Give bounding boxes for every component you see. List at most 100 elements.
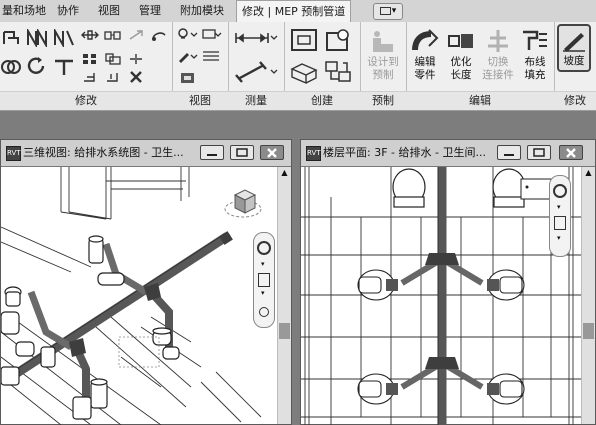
nav-dropdown-icon[interactable]: ▾ xyxy=(261,260,265,268)
revit-view-icon: RVT xyxy=(6,146,21,161)
navigation-bar: ▾ ▾ xyxy=(549,175,571,257)
measure-distance-icon[interactable] xyxy=(234,28,278,48)
tab-modify-mep-fabrication[interactable]: 修改 | MEP 预制管道 xyxy=(236,0,352,22)
optimize-length-button[interactable]: 优化 长度 xyxy=(444,28,478,82)
revit-view-icon: RVT xyxy=(306,146,321,161)
delete-icon[interactable] xyxy=(127,70,145,84)
split-icon[interactable] xyxy=(127,52,145,66)
create-assembly-icon[interactable] xyxy=(288,26,320,54)
panel-label-modify: 修改 xyxy=(0,91,172,110)
view-window-floor-plan[interactable]: RVT 楼层平面: 3F - 给排水 - 卫生间... ▾ ▾ ▲ xyxy=(300,139,596,425)
minimize-button[interactable] xyxy=(497,145,521,160)
panel-label-fabrication: 预制 xyxy=(360,91,406,110)
panel-label-view: 视图 xyxy=(172,91,228,110)
zoom-icon[interactable] xyxy=(554,216,566,230)
light-bulb-icon[interactable] xyxy=(176,26,200,42)
rotate-group-icon[interactable] xyxy=(0,54,22,78)
view-dropdown[interactable]: ▾ xyxy=(373,3,403,20)
tab-manage[interactable]: 管理 xyxy=(139,0,161,22)
view-window-3d[interactable]: RVT 三维视图: 给排水系统图 - 卫生... ▾ ▾ ▲ xyxy=(0,139,292,425)
nav-dropdown-icon[interactable]: ▾ xyxy=(557,203,561,211)
minimize-icon xyxy=(207,153,217,156)
scale-icon[interactable] xyxy=(103,52,123,66)
vertical-scrollbar[interactable]: ▲ xyxy=(277,167,291,424)
mirror-pick-axis-icon[interactable] xyxy=(53,28,75,48)
zoom-dropdown-icon[interactable]: ▾ xyxy=(261,289,265,297)
hide-element-icon[interactable] xyxy=(200,26,224,42)
minimize-button[interactable] xyxy=(200,145,224,160)
nav-bar-options-icon[interactable] xyxy=(259,307,269,317)
route-fill-icon xyxy=(521,28,549,54)
offset-icon[interactable] xyxy=(26,28,48,48)
copy-icon[interactable] xyxy=(103,28,123,42)
view-3d-canvas[interactable]: ▾ ▾ xyxy=(1,167,278,425)
view-window-3d-titlebar[interactable]: RVT 三维视图: 给排水系统图 - 卫生... xyxy=(1,140,291,167)
rotate-icon[interactable] xyxy=(26,54,48,78)
view-cube[interactable] xyxy=(223,185,263,221)
route-fill-button[interactable]: 布线 填充 xyxy=(518,28,552,82)
switch-connector-button[interactable]: 切换 连接件 xyxy=(480,28,516,82)
view-window-3d-title: 三维视图: 给排水系统图 - 卫生... xyxy=(23,146,184,159)
switch-connector-label: 切换 连接件 xyxy=(482,56,514,81)
split-with-gap-icon[interactable] xyxy=(80,70,100,84)
trim-extend-icon[interactable] xyxy=(53,54,75,78)
vertical-scrollbar[interactable]: ▲ xyxy=(581,167,595,424)
pin-icon[interactable] xyxy=(103,70,123,84)
design-to-fabrication-button[interactable]: 设计到 预制 xyxy=(362,28,404,82)
zoom-icon[interactable] xyxy=(258,273,270,287)
steering-wheel-icon[interactable] xyxy=(553,184,567,198)
create-parts-icon[interactable] xyxy=(322,26,354,54)
aligned-dimension-icon[interactable] xyxy=(234,60,278,84)
view-window-plan-title: 楼层平面: 3F - 给排水 - 卫生间... xyxy=(323,146,486,159)
design-to-fabrication-icon xyxy=(369,28,397,54)
move-icon[interactable] xyxy=(80,28,100,42)
view-cube-small-icon[interactable] xyxy=(176,70,200,86)
scroll-up-icon[interactable]: ▲ xyxy=(582,167,595,179)
view-window-plan-titlebar[interactable]: RVT 楼层平面: 3F - 给排水 - 卫生间... xyxy=(301,140,595,167)
panel-fabrication: 设计到 预制 预制 xyxy=(360,22,407,110)
steering-wheel-icon[interactable] xyxy=(257,241,271,255)
maximize-icon xyxy=(533,148,545,157)
tab-addins[interactable]: 附加模块 xyxy=(180,0,224,22)
panel-label-modify2: 修改 xyxy=(554,91,596,110)
match-type-icon[interactable] xyxy=(149,28,169,42)
zoom-dropdown-icon[interactable]: ▾ xyxy=(557,234,561,242)
window-icon xyxy=(379,6,391,15)
paint-brush-icon[interactable] xyxy=(176,48,200,64)
array-icon[interactable] xyxy=(80,52,100,66)
panel-measure: 测量 xyxy=(228,22,285,110)
create-group-icon[interactable] xyxy=(288,58,320,86)
panel-label-create: 创建 xyxy=(284,91,360,110)
route-fill-label: 布线 填充 xyxy=(524,56,546,81)
maximize-button[interactable] xyxy=(527,145,551,160)
tab-view[interactable]: 视图 xyxy=(98,0,120,22)
close-icon xyxy=(566,147,576,158)
chevron-down-icon: ▾ xyxy=(391,6,397,16)
scroll-thumb[interactable] xyxy=(279,323,290,339)
slope-label: 坡度 xyxy=(563,55,585,67)
navigation-bar: ▾ ▾ xyxy=(253,232,275,328)
tab-massing-site[interactable]: 量和场地 xyxy=(2,0,46,22)
panel-create: 创建 xyxy=(284,22,361,110)
floor-plan-canvas[interactable]: ▾ ▾ xyxy=(301,167,582,425)
create-similar-icon[interactable] xyxy=(322,58,354,86)
slope-button[interactable]: 坡度 xyxy=(557,24,591,72)
unjoin-icon[interactable] xyxy=(127,28,145,42)
tab-collaborate[interactable]: 协作 xyxy=(57,0,79,22)
view-cube-icon xyxy=(224,189,262,218)
align-icon[interactable] xyxy=(2,28,20,48)
edit-part-button[interactable]: 编辑 零件 xyxy=(408,28,442,82)
slope-icon xyxy=(561,29,587,53)
close-button[interactable] xyxy=(559,145,583,160)
scroll-thumb[interactable] xyxy=(583,323,594,339)
floor-plan-drawing xyxy=(301,167,582,425)
menu-bar: 量和场地 协作 视图 管理 附加模块 修改 | MEP 预制管道 ▾ xyxy=(0,0,596,23)
close-button[interactable] xyxy=(260,145,284,160)
edit-part-icon xyxy=(411,28,439,54)
minimize-icon xyxy=(504,153,514,156)
scroll-up-icon[interactable]: ▲ xyxy=(278,167,291,179)
maximize-button[interactable] xyxy=(230,145,254,160)
panel-label-measure: 测量 xyxy=(228,91,284,110)
panel-edit: 编辑 零件 优化 长度 切换 连接件 布线 填充 编辑 xyxy=(406,22,555,110)
line-work-icon[interactable] xyxy=(200,48,224,64)
